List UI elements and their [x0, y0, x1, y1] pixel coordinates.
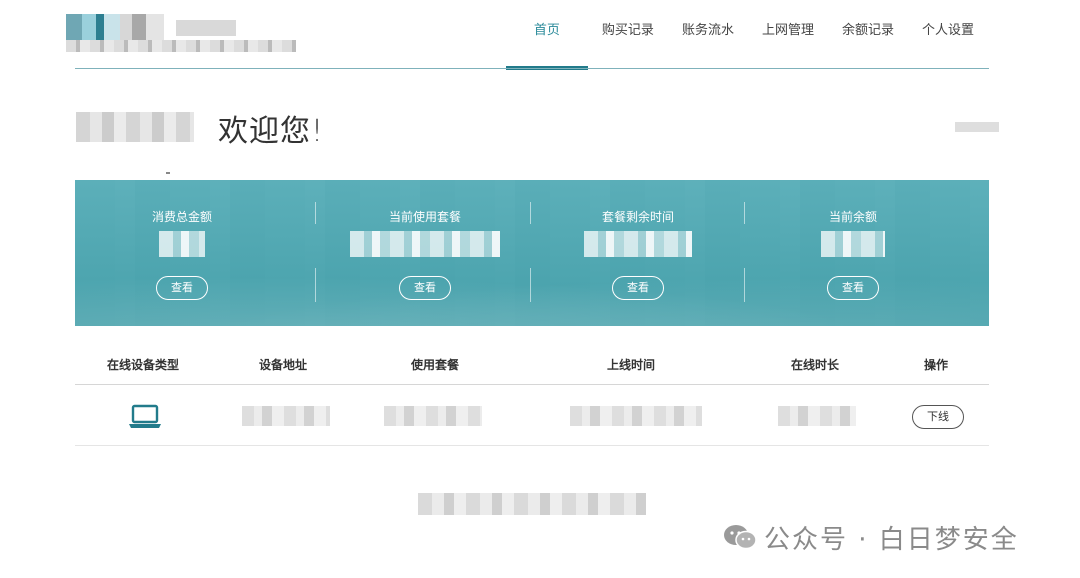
divider [315, 202, 316, 224]
col-device-address: 设备地址 [259, 358, 308, 372]
nav-home[interactable]: 首页 [505, 0, 588, 70]
view-current-package-button[interactable]: 查看 [399, 276, 451, 300]
divider [744, 268, 745, 302]
stat-label: 当前余额 [828, 210, 877, 224]
nav-account-flow[interactable]: 账务流水 [668, 0, 748, 70]
stat-value-redacted [584, 231, 692, 257]
wechat-icon [724, 525, 757, 550]
nav-purchase-records[interactable]: 购买记录 [588, 0, 668, 70]
username-redacted [76, 112, 194, 142]
footer-redacted [418, 493, 646, 515]
decor-mark [166, 172, 170, 174]
view-current-balance-button[interactable]: 查看 [827, 276, 879, 300]
divider [315, 268, 316, 302]
stat-label: 套餐剩余时间 [601, 210, 674, 224]
watermark: 公众号 · 白日梦安全 [722, 517, 1019, 557]
col-action: 操作 [924, 358, 949, 372]
nav-balance-records[interactable]: 余额记录 [828, 0, 908, 70]
offline-button[interactable]: 下线 [912, 405, 964, 429]
watermark-text: 公众号 · 白日梦安全 [764, 524, 1019, 555]
device-address-redacted [242, 406, 330, 426]
stat-label: 当前使用套餐 [388, 210, 461, 224]
redacted-info [955, 122, 999, 132]
stat-total-spending: 消费总金额 查看 [75, 180, 289, 326]
col-online-duration: 在线时长 [791, 358, 840, 372]
stat-current-package: 当前使用套餐 查看 [318, 180, 532, 326]
logo [66, 14, 306, 54]
table-divider [75, 445, 989, 446]
nav-personal-settings[interactable]: 个人设置 [908, 0, 988, 70]
stat-remaining-time: 套餐剩余时间 查看 [531, 180, 745, 326]
col-package: 使用套餐 [411, 358, 460, 372]
header-divider [75, 68, 989, 69]
online-time-redacted [570, 406, 702, 426]
stat-label: 消费总金额 [151, 210, 212, 224]
col-device-type: 在线设备类型 [107, 358, 180, 372]
online-duration-redacted [778, 406, 856, 426]
package-redacted [384, 406, 482, 426]
stat-current-balance: 当前余额 查看 [746, 180, 960, 326]
col-online-time: 上线时间 [607, 358, 656, 372]
nav-internet-management[interactable]: 上网管理 [748, 0, 828, 70]
divider [744, 202, 745, 224]
laptop-icon [129, 404, 161, 428]
stat-value-redacted [350, 231, 500, 257]
welcome-text: 欢迎您! [218, 114, 325, 149]
view-remaining-time-button[interactable]: 查看 [612, 276, 664, 300]
main-nav: 首页 购买记录 账务流水 上网管理 余额记录 个人设置 [505, 0, 988, 70]
table-divider [75, 384, 989, 385]
stats-banner: 消费总金额 查看 当前使用套餐 查看 套餐剩余时间 查看 当前余额 查看 [75, 180, 989, 326]
stat-value-redacted [821, 231, 885, 257]
view-total-spending-button[interactable]: 查看 [156, 276, 208, 300]
stat-value-redacted [159, 231, 205, 257]
device-table-header: 在线设备类型 设备地址 使用套餐 上线时间 在线时长 操作 [75, 344, 989, 384]
